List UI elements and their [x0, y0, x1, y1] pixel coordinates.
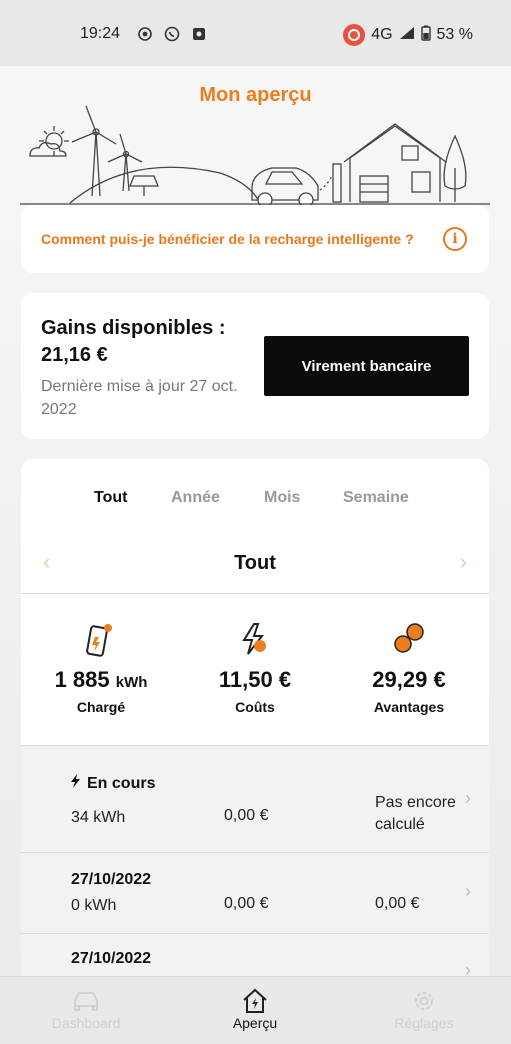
energy-illustration: [20, 106, 490, 206]
recording-icon: [343, 24, 366, 46]
help-link[interactable]: Comment puis-je bénéficier de la recharg…: [41, 231, 414, 247]
stat-benefits-label: Avantages: [373, 699, 445, 715]
smart-charging-help-card[interactable]: Comment puis-je bénéficier de la recharg…: [21, 205, 489, 273]
bolt-icon: [71, 774, 80, 788]
session-energy: 34 kWh: [71, 809, 126, 826]
next-period-button[interactable]: ›: [460, 549, 467, 575]
stat-charged: 1 885 kWh Chargé: [23, 619, 179, 715]
bolt-cost-icon: [177, 619, 333, 659]
stats-card: Tout Année Mois Semaine ‹ Tout › 1 885 k…: [21, 459, 489, 979]
stat-charged-unit: kWh: [115, 674, 148, 691]
coins-icon: [331, 619, 487, 659]
status-right: 4G 53 %: [343, 24, 473, 46]
list-item[interactable]: 27/10/2022 0 kWh 0,00 € 0,00 € ›: [21, 853, 489, 934]
stat-costs-label: Coûts: [235, 699, 275, 715]
last-update-text: Dernière mise à jour 27 oct. 2022: [41, 378, 238, 418]
network-label: 4G: [371, 26, 393, 43]
nav-apercu-label: Aperçu: [232, 1015, 278, 1031]
gear-icon: [354, 987, 494, 1015]
location-icon: [136, 25, 154, 43]
period-tabs: Tout Année Mois Semaine: [21, 489, 489, 513]
nav-apercu[interactable]: Aperçu: [185, 987, 325, 1031]
app-notification-icon: [190, 25, 208, 43]
stat-costs: 11,50 € Coûts: [177, 619, 333, 715]
tab-annee[interactable]: Année: [171, 489, 220, 507]
gains-card: Gains disponibles : 21,16 € Dernière mis…: [21, 293, 489, 439]
bottom-navigation: Dashboard Aperçu Réglages: [0, 976, 511, 1044]
gains-value: 21,16 €: [41, 344, 108, 366]
status-time: 19:24: [80, 25, 121, 42]
gains-title: Gains disponibles :: [41, 317, 226, 339]
session-cost: 0,00 €: [224, 807, 269, 824]
nav-reglages[interactable]: Réglages: [354, 987, 494, 1031]
tab-semaine[interactable]: Semaine: [343, 489, 409, 507]
session-cost: 0,00 €: [224, 895, 269, 912]
stat-benefits: 29,29 € Avantages: [331, 619, 487, 715]
info-icon[interactable]: i: [443, 227, 467, 251]
tab-tout[interactable]: Tout: [94, 489, 127, 507]
session-benefit: Pas encore calculé: [375, 794, 456, 833]
list-item[interactable]: 27/10/2022 ›: [21, 934, 489, 979]
stat-benefits-value: 29,29 €: [372, 667, 446, 692]
nav-reglages-label: Réglages: [394, 1015, 454, 1031]
chevron-right-icon: ›: [465, 881, 471, 901]
charging-phone-icon: [23, 619, 179, 659]
stat-costs-value: 11,50 €: [218, 667, 292, 692]
bank-transfer-button[interactable]: Virement bancaire: [264, 336, 469, 396]
car-icon: [16, 987, 156, 1015]
stat-charged-value: 1 885 kWh: [54, 667, 148, 692]
session-energy: 0 kWh: [71, 897, 117, 914]
battery-icon: [420, 25, 431, 46]
app-screen: Mon aperçu Comment puis-je bénéficier de…: [0, 66, 511, 979]
page-title: Mon aperçu: [199, 84, 312, 106]
battery-level: 53 %: [436, 26, 473, 43]
nav-dashboard[interactable]: Dashboard: [16, 987, 156, 1031]
list-item[interactable]: En cours 34 kWh 0,00 € Pas encore calcul…: [21, 745, 489, 853]
house-bolt-icon: [185, 987, 325, 1015]
whatsapp-icon: [163, 25, 181, 43]
session-title: 27/10/2022: [71, 950, 152, 967]
nav-dashboard-label: Dashboard: [51, 1015, 121, 1031]
tab-mois[interactable]: Mois: [264, 489, 300, 507]
signal-icon: [399, 26, 415, 45]
chevron-right-icon: ›: [465, 788, 471, 808]
period-title: Tout: [234, 552, 276, 574]
session-title: En cours: [71, 774, 155, 793]
session-benefit: 0,00 €: [375, 895, 420, 912]
session-title: 27/10/2022: [71, 871, 152, 888]
divider: [21, 593, 489, 594]
status-bar: 19:24 4G 53 %: [0, 0, 511, 66]
stat-charged-label: Chargé: [76, 699, 126, 715]
sessions-list: En cours 34 kWh 0,00 € Pas encore calcul…: [21, 745, 489, 979]
